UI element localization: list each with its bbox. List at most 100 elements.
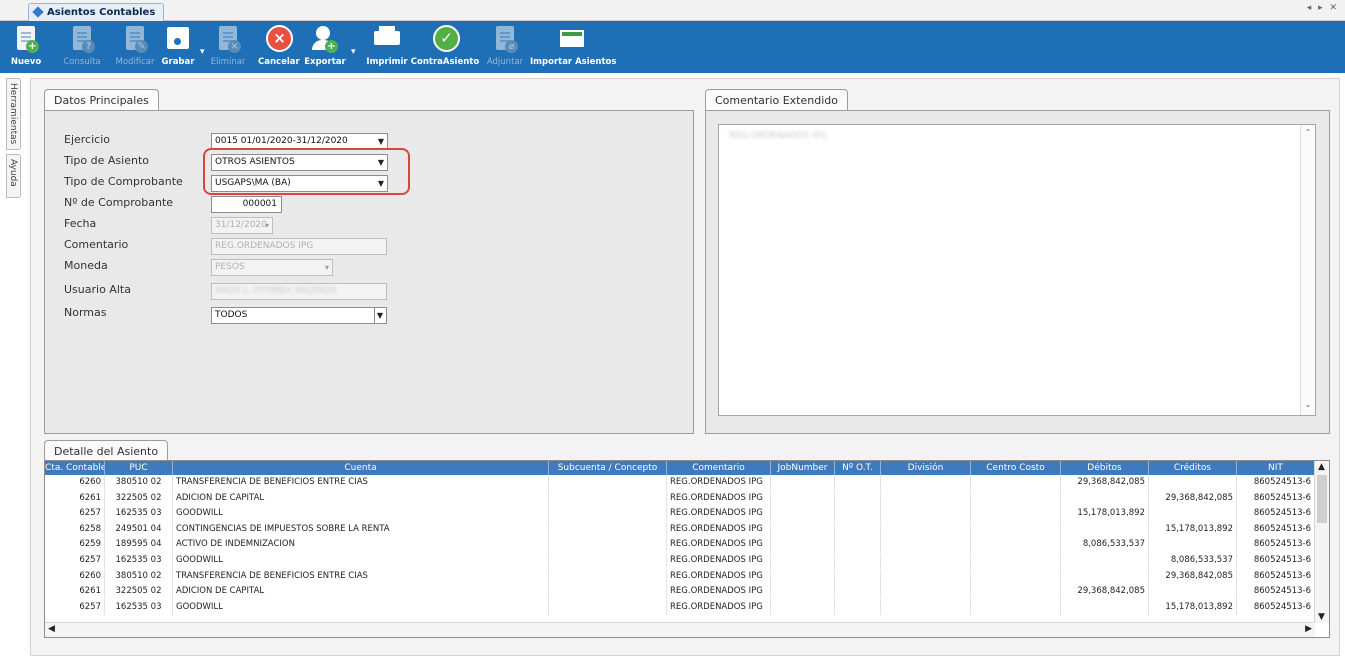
table-cell: 322505 02 — [105, 490, 173, 506]
table-cell: CONTINGENCIAS DE IMPUESTOS SOBRE LA RENT… — [173, 521, 549, 537]
table-row[interactable]: 6261 322505 02 ADICION DE CAPITAL REG.ORDEN… — [45, 490, 1315, 506]
grabar-button[interactable]: Grabar — [160, 24, 196, 70]
column-header[interactable]: Nº O.T. — [835, 461, 881, 475]
table-cell — [549, 521, 667, 537]
table-cell — [771, 568, 835, 584]
scroll-right-icon[interactable]: ▶ — [1305, 624, 1312, 634]
column-header[interactable]: División — [881, 461, 971, 475]
exportar-dropdown-icon[interactable]: ▾ — [351, 47, 356, 57]
comment-scrollbar[interactable]: ⌃ ⌄ — [1300, 125, 1315, 415]
table-cell: 15,178,013,892 — [1149, 521, 1237, 537]
chevron-down-icon: ▼ — [377, 137, 384, 146]
table-cell: ADICION DE CAPITAL — [173, 584, 549, 600]
table-row[interactable]: 6257 162535 03 GOODWILL REG.ORDENADOS IPG 8,… — [45, 553, 1315, 568]
printer-icon — [372, 24, 402, 54]
table-cell: 6257 — [45, 599, 105, 615]
column-header[interactable]: JobNumber — [771, 461, 835, 475]
table-cell — [835, 599, 881, 615]
table-cell: 6257 — [45, 506, 105, 522]
table-cell — [881, 537, 971, 553]
detalle-asiento-grid: Cta. Contable PUC Cuenta Subcuenta / Concep… — [44, 460, 1330, 638]
table-row[interactable]: 6260 380510 02 TRANSFERENCIA DE BENEFICIOS… — [45, 568, 1315, 584]
table-cell: 29,368,842,085 — [1149, 568, 1237, 584]
table-row[interactable]: 6261 322505 02 ADICION DE CAPITAL REG.ORDEN… — [45, 584, 1315, 600]
table-cell — [771, 521, 835, 537]
chevron-down-icon: ▼ — [373, 308, 383, 323]
table-cell — [835, 521, 881, 537]
moneda-select[interactable]: PESOS ▾ — [211, 259, 333, 276]
scroll-down-icon[interactable]: ▼ — [1318, 612, 1325, 622]
table-cell — [1061, 599, 1149, 615]
normas-select[interactable]: TODOS ▼ — [211, 307, 387, 324]
table-cell: ADICION DE CAPITAL — [173, 490, 549, 506]
table-row[interactable]: 6258 249501 04 CONTINGENCIAS DE IMPUESTOS … — [45, 521, 1315, 537]
table-cell: REG.ORDENADOS IPG — [667, 475, 771, 490]
column-header[interactable]: Créditos — [1149, 461, 1237, 475]
delete-document-icon: × — [213, 24, 243, 54]
grabar-dropdown-icon[interactable]: ▾ — [200, 47, 205, 57]
table-cell — [549, 599, 667, 615]
table-cell — [881, 584, 971, 600]
attach-document-icon: ⌀ — [490, 24, 520, 54]
column-header[interactable]: Cuenta — [173, 461, 549, 475]
consulta-button[interactable]: ? Consulta — [62, 24, 102, 70]
save-floppy-icon — [163, 24, 193, 54]
table-cell: GOODWILL — [173, 506, 549, 522]
table-cell: REG.ORDENADOS IPG — [667, 537, 771, 553]
scroll-left-icon[interactable]: ◀ — [48, 624, 55, 634]
importar-asientos-button[interactable]: Importar Asientos — [530, 24, 616, 70]
comentario-input[interactable]: REG.ORDENADOS IPG — [211, 238, 387, 255]
contraasiento-button[interactable]: ✓ ContraAsiento — [410, 24, 480, 70]
fecha-date-picker[interactable]: 31/12/2020 ▾ — [211, 217, 273, 234]
grid-horizontal-scrollbar[interactable]: ◀ ▶ — [45, 622, 1315, 637]
imprimir-button[interactable]: Imprimir — [366, 24, 408, 70]
column-header[interactable]: Subcuenta / Concepto — [549, 461, 667, 475]
tab-comentario-extendido[interactable]: Comentario Extendido — [705, 89, 848, 111]
table-cell: 8,086,533,537 — [1061, 537, 1149, 553]
numero-comprobante-input[interactable]: 000001 — [211, 196, 282, 213]
comentario-extendido-textarea[interactable]: REG.ORDENADOS IPG ⌃ ⌄ — [718, 124, 1316, 416]
table-cell: 29,368,842,085 — [1149, 490, 1237, 506]
table-row[interactable]: 6257 162535 03 GOODWILL REG.ORDENADOS IPG 15… — [45, 599, 1315, 615]
table-cell: 860524513-6 — [1237, 584, 1315, 600]
scroll-down-icon[interactable]: ⌄ — [1303, 400, 1313, 412]
side-tab-ayuda[interactable]: Ayuda — [6, 154, 21, 198]
eliminar-button[interactable]: × Eliminar — [210, 24, 246, 70]
window-controls[interactable]: ◂ ▸ ✕ — [1307, 3, 1339, 13]
main-toolbar: + Nuevo ? Consulta ✎ Modificar Grabar ▾ … — [0, 21, 1345, 73]
adjuntar-button[interactable]: ⌀ Adjuntar — [482, 24, 528, 70]
scroll-thumb[interactable] — [1317, 475, 1327, 523]
table-cell: REG.ORDENADOS IPG — [667, 553, 771, 568]
column-header[interactable]: NIT — [1237, 461, 1315, 475]
numero-comprobante-label: Nº de Comprobante — [64, 196, 174, 209]
column-header[interactable]: PUC — [105, 461, 173, 475]
side-tab-herramientas[interactable]: Herramientas — [6, 78, 21, 150]
exportar-button[interactable]: + Exportar — [302, 24, 348, 70]
table-cell: 860524513-6 — [1237, 553, 1315, 568]
table-cell: 860524513-6 — [1237, 506, 1315, 522]
scroll-up-icon[interactable]: ▲ — [1318, 462, 1325, 472]
nuevo-button[interactable]: + Nuevo — [8, 24, 44, 70]
usuario-alta-input: AROS L. OTYMEA VALEROS — [211, 283, 387, 300]
scroll-up-icon[interactable]: ⌃ — [1303, 128, 1313, 140]
table-cell — [971, 568, 1061, 584]
grid-vertical-scrollbar[interactable]: ▲ ▼ — [1314, 461, 1329, 623]
table-row[interactable]: 6260 380510 02 TRANSFERENCIA DE BENEFICIOS… — [45, 475, 1315, 490]
column-header[interactable]: Débitos — [1061, 461, 1149, 475]
table-cell — [1061, 521, 1149, 537]
column-header[interactable]: Centro Costo — [971, 461, 1061, 475]
column-header[interactable]: Cta. Contable — [45, 461, 105, 475]
table-cell: 860524513-6 — [1237, 599, 1315, 615]
modificar-button[interactable]: ✎ Modificar — [111, 24, 159, 70]
table-row[interactable]: 6259 189595 04 ACTIVO DE INDEMNIZACION REG.… — [45, 537, 1315, 553]
table-cell: 6261 — [45, 584, 105, 600]
table-row[interactable]: 6257 162535 03 GOODWILL REG.ORDENADOS IPG 15… — [45, 506, 1315, 522]
tab-datos-principales[interactable]: Datos Principales — [44, 89, 159, 111]
tab-asientos-contables[interactable]: Asientos Contables — [28, 3, 165, 21]
tipo-asiento-label: Tipo de Asiento — [64, 154, 149, 167]
column-header[interactable]: Comentario — [667, 461, 771, 475]
tab-detalle-asiento[interactable]: Detalle del Asiento — [44, 440, 169, 462]
table-cell — [1149, 475, 1237, 490]
cancelar-button[interactable]: × Cancelar — [258, 24, 300, 70]
table-cell: TRANSFERENCIA DE BENEFICIOS ENTRE CIAS — [173, 475, 549, 490]
